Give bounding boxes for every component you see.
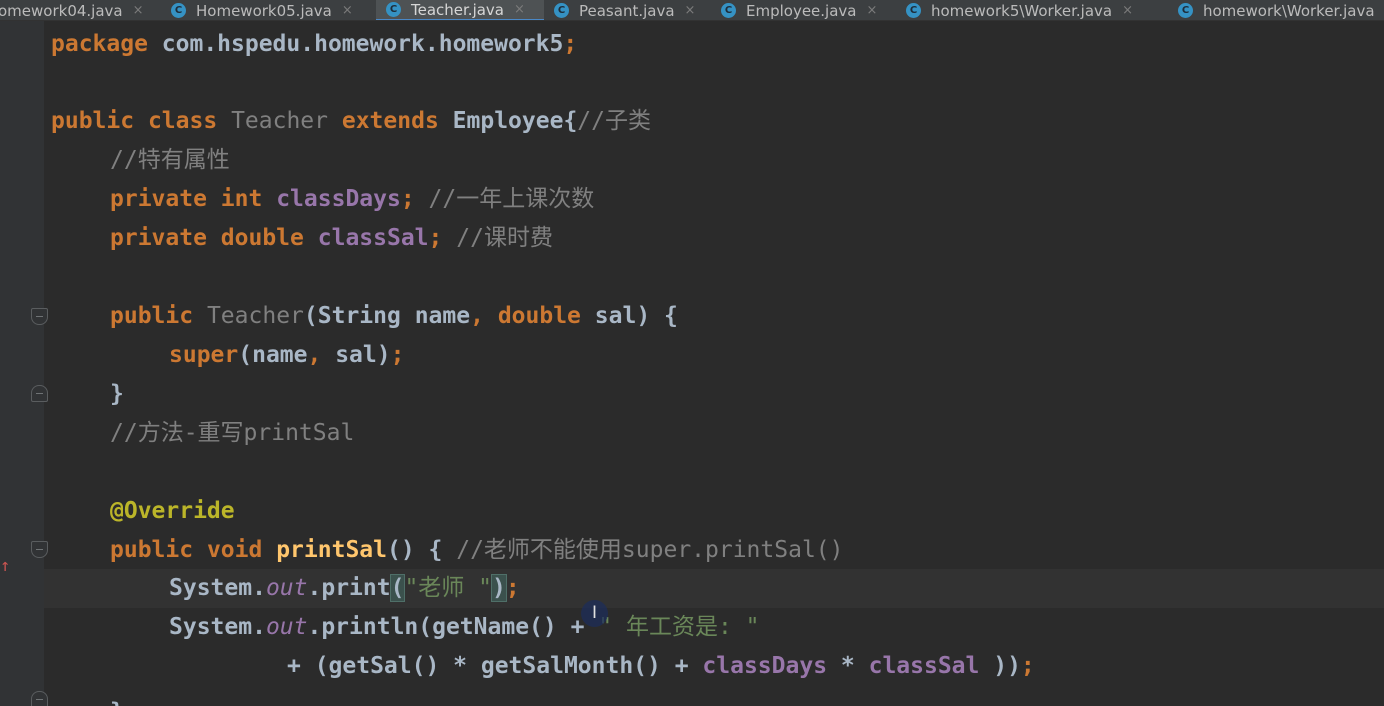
code-line-constructor: public Teacher(String name, double sal) … (110, 303, 678, 329)
code-line-println: System.out.println(getName() + " 年工资是: " (169, 614, 760, 640)
java-class-icon: C (906, 3, 921, 18)
tab-label: Peasant.java (579, 1, 675, 20)
editor-tab-bar: omework04.java × C Homework05.java × C T… (0, 0, 1384, 21)
tab-homework-worker[interactable]: C homework\Worker.java (1178, 0, 1384, 20)
tab-label: Teacher.java (411, 0, 505, 19)
code-line-field-classsal: private double classSal; //课时费 (110, 225, 553, 251)
code-line-field-classdays: private int classDays; //一年上课次数 (110, 186, 595, 212)
code-line-close-brace: } (110, 381, 124, 407)
override-marker-icon[interactable]: ↑ (0, 558, 10, 575)
matched-paren: ) (491, 574, 507, 602)
java-class-icon: C (171, 3, 186, 18)
java-class-icon: C (1178, 3, 1193, 18)
code-line-continuation: + (getSal() * getSalMonth() + classDays … (287, 653, 1035, 679)
close-icon[interactable]: × (342, 3, 353, 18)
tab-label: homework\Worker.java (1203, 1, 1375, 20)
matched-paren: ( (389, 574, 406, 602)
tab-label: omework04.java (0, 1, 123, 20)
close-icon[interactable]: × (514, 2, 525, 17)
close-icon[interactable]: × (685, 3, 696, 18)
code-line-super-call: super(name, sal); (169, 342, 405, 368)
code-line-comment: //特有属性 (110, 147, 230, 173)
java-class-icon: C (386, 2, 401, 17)
code-line-print: System.out.print("老师 "); (169, 574, 520, 602)
code-line-method-declaration: public void printSal() { //老师不能使用super.p… (110, 537, 844, 563)
java-class-icon: C (721, 3, 736, 18)
tab-homework05[interactable]: C Homework05.java × (171, 0, 371, 20)
code-line-close-brace: } (110, 693, 124, 706)
close-icon[interactable]: × (1122, 3, 1133, 18)
mouse-cursor-icon: I (581, 600, 608, 627)
code-line-package: package com.hspedu.homework.homework5; (51, 31, 578, 57)
editor-gutter: ↑ (0, 21, 48, 706)
code-editor[interactable]: package com.hspedu.homework.homework5; p… (44, 21, 1384, 706)
tab-label: Employee.java (746, 1, 857, 20)
tab-teacher[interactable]: C Teacher.java × (376, 0, 544, 20)
tab-employee[interactable]: C Employee.java × (721, 0, 899, 20)
tab-peasant[interactable]: C Peasant.java × (554, 0, 714, 20)
tab-label: homework5\Worker.java (931, 1, 1113, 20)
close-icon[interactable]: × (867, 3, 878, 18)
java-class-icon: C (554, 3, 569, 18)
close-icon[interactable]: × (133, 3, 144, 18)
code-line-comment: //方法-重写printSal (110, 420, 355, 446)
tab-label: Homework05.java (196, 1, 332, 20)
tab-homework5-worker[interactable]: C homework5\Worker.java × (906, 0, 1174, 20)
tab-homework04[interactable]: omework04.java × (0, 0, 158, 20)
code-line-class-declaration: public class Teacher extends Employee{//… (51, 108, 651, 134)
code-line-annotation: @Override (110, 498, 235, 524)
